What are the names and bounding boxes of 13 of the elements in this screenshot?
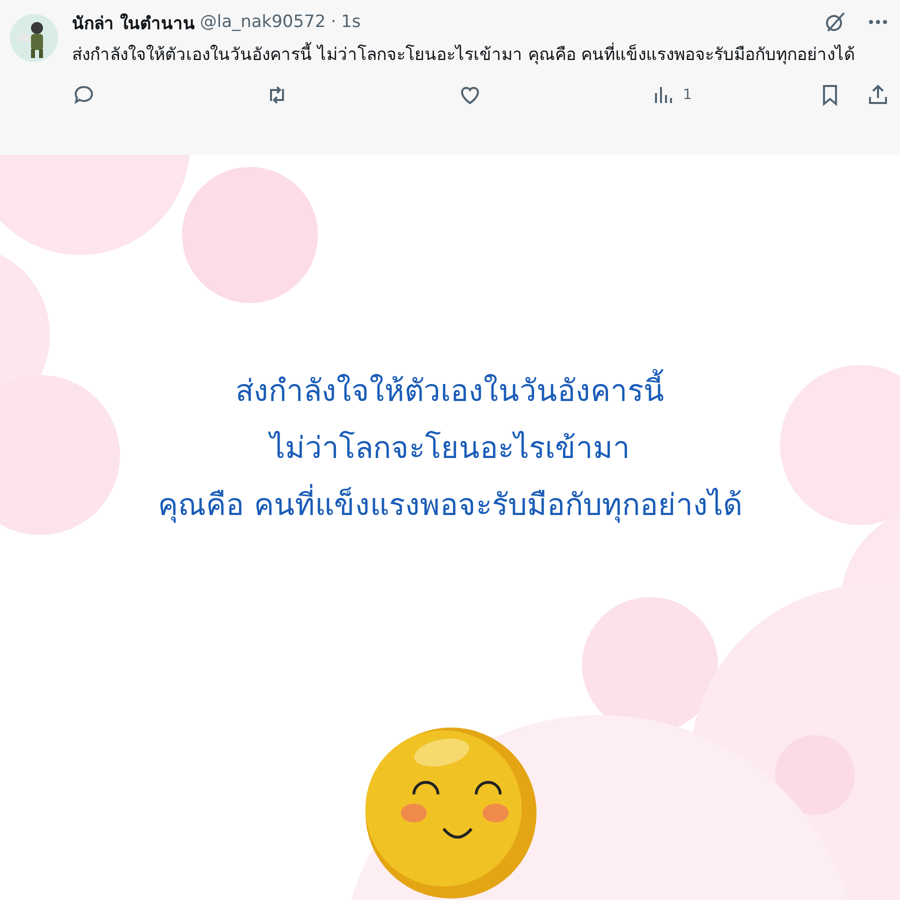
- post-time[interactable]: 1s: [341, 12, 361, 32]
- caption-line: ส่งกำลังใจให้ตัวเองในวันอังคารนี้: [236, 370, 664, 413]
- share-icon[interactable]: [866, 83, 890, 107]
- avatar[interactable]: [10, 14, 58, 62]
- slashed-circle-icon[interactable]: [823, 10, 847, 34]
- caption-line: ไม่ว่าโลกจะโยนอะไรเข้ามา: [270, 430, 630, 468]
- separator-dot: ·: [330, 12, 336, 32]
- caption-line: คุณคือ คนที่แข็งแรงพอจะรับมือกับทุกอย่างได้: [158, 484, 742, 527]
- post-text: ส่งกำลังใจให้ตัวเองในวันอังคารนี้ ไม่ว่าโลกจะโยนอะไรเข้ามา คุณคือ คนที่แข็งแรงพอจะรับมือกับทุกอย่างได้: [72, 40, 890, 71]
- reply-icon[interactable]: [72, 83, 96, 107]
- view-count: 1: [683, 87, 692, 103]
- author-handle[interactable]: @la_nak90572: [200, 12, 326, 32]
- author-name[interactable]: นักล่า ในตำนาน: [72, 8, 195, 36]
